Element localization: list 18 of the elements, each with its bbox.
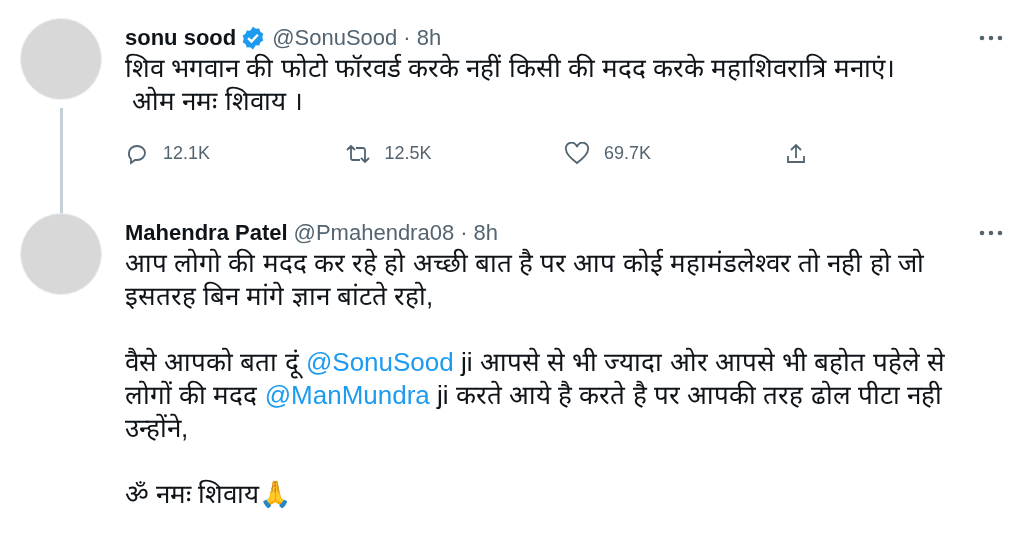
author-handle[interactable]: @Pmahendra08 [293, 219, 455, 247]
author-name[interactable]: Mahendra Patel [125, 219, 288, 247]
separator-dot: · [403, 24, 411, 52]
reply-count: 12.1K [163, 142, 211, 165]
separator-dot: · [460, 219, 468, 247]
tweet-text: वैसे आपको बता दूं @SonuSood ji आपसे से भी ज्यादा ओर आपसे भी बहोत पहेले से लोगों की मदद @ManMundra ji करते आये है करते है पर आपकी तरह ढोल पीटा नही उन्होंने, [125, 346, 946, 445]
heart-icon[interactable] [564, 141, 590, 166]
like-count: 69.7K [604, 142, 652, 165]
timestamp[interactable]: 8h [416, 24, 442, 52]
more-options-icon[interactable] [979, 230, 1003, 236]
more-options-icon[interactable] [979, 35, 1003, 41]
author-handle[interactable]: @SonuSood [272, 24, 398, 52]
tweet-text: ॐ नमः शिवाय🙏 [125, 478, 293, 511]
retweet-count: 12.5K [384, 142, 432, 165]
tweet-text: शिव भगवान की फोटो फॉरवर्ड करके नहीं किसी की मदद करके महाशिवरात्रि मनाएं। ओम नमः शिवाय । [125, 52, 896, 118]
tweet-text: आप लोगो की मदद कर रहे हो अच्छी बात है पर आप कोई महामंडलेश्वर तो नही हो जो इसतरह बिन मांगे ज्ञान बांटते रहो, [125, 247, 925, 313]
timestamp[interactable]: 8h [473, 219, 498, 247]
author-name[interactable]: sonu sood [125, 24, 237, 52]
